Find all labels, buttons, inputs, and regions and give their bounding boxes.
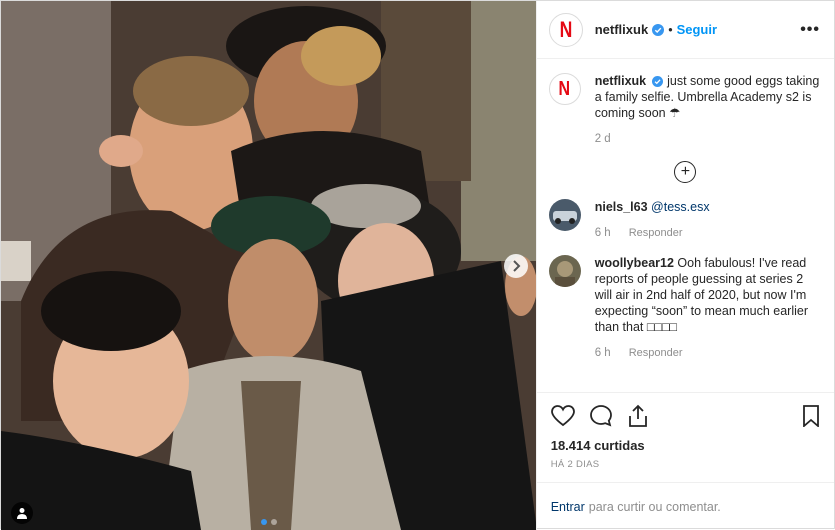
tagged-users-button[interactable] — [11, 502, 33, 524]
comment-meta: 6 h Responder — [595, 345, 822, 361]
post-photo[interactable] — [1, 1, 536, 530]
comment-username[interactable]: woollybear12 — [595, 256, 674, 270]
post-username[interactable]: netflixuk — [595, 22, 648, 37]
post-sidebar: N netflixuk • Seguir ••• N netflixuk jus… — [535, 1, 834, 530]
comment-avatar[interactable] — [548, 255, 581, 287]
comment-avatar[interactable] — [548, 199, 581, 231]
carousel-dot-active — [261, 519, 267, 525]
comment-username[interactable]: niels_l63 — [595, 200, 648, 214]
plus-icon: + — [680, 163, 691, 180]
add-comment-bar: Entrar para curtir ou comentar. — [536, 482, 834, 530]
carousel-indicator — [261, 519, 277, 525]
comments-section: N netflixuk just some good eggs taking a… — [537, 59, 834, 392]
netflix-logo-icon: N — [559, 16, 573, 42]
caption-username[interactable]: netflixuk — [595, 74, 646, 88]
reply-button[interactable]: Responder — [629, 345, 683, 361]
carousel-dot — [271, 519, 277, 525]
heart-icon[interactable] — [550, 404, 575, 427]
share-icon[interactable] — [627, 404, 649, 428]
caption: netflixuk just some good eggs taking a f… — [595, 73, 822, 147]
netflix-logo-icon: N — [558, 77, 571, 100]
verified-badge-icon — [651, 75, 664, 88]
chevron-right-icon — [513, 260, 521, 272]
comment-item: niels_l63 @tess.esx 6 h Responder — [548, 199, 822, 241]
group-selfie-image — [1, 1, 536, 530]
likes-count[interactable]: 18.414 curtidas — [537, 438, 834, 453]
person-icon — [17, 508, 27, 519]
post-header: N netflixuk • Seguir ••• — [536, 1, 834, 59]
action-bar — [536, 392, 834, 438]
add-comment-text: para curtir ou comentar. — [588, 499, 721, 514]
comment-time[interactable]: 6 h — [595, 225, 611, 241]
load-more-comments-button[interactable]: + — [674, 161, 697, 183]
comment-item: woollybear12 Ooh fabulous! I've read rep… — [548, 255, 822, 361]
login-link[interactable]: Entrar — [551, 500, 585, 514]
verified-badge-icon — [652, 23, 665, 36]
caption-meta: 2 d — [595, 131, 822, 147]
separator-dot: • — [668, 22, 673, 37]
instagram-post: N netflixuk • Seguir ••• N netflixuk jus… — [0, 0, 835, 530]
caption-avatar[interactable]: N — [548, 73, 581, 105]
caption-time[interactable]: 2 d — [595, 131, 611, 147]
next-photo-button[interactable] — [504, 254, 528, 278]
caption-row: N netflixuk just some good eggs taking a… — [548, 73, 822, 147]
comment-meta: 6 h Responder — [595, 225, 710, 241]
comment-icon[interactable] — [589, 404, 613, 428]
comment-text[interactable]: @tess.esx — [651, 200, 710, 214]
reply-button[interactable]: Responder — [629, 225, 683, 241]
bookmark-icon[interactable] — [802, 404, 820, 427]
post-date[interactable]: HÁ 2 DIAS — [537, 453, 834, 482]
avatar[interactable]: N — [548, 12, 583, 47]
comment-body: niels_l63 @tess.esx 6 h Responder — [595, 199, 710, 241]
comment-body: woollybear12 Ooh fabulous! I've read rep… — [595, 255, 822, 361]
comment-time[interactable]: 6 h — [595, 345, 611, 361]
follow-button[interactable]: Seguir — [677, 22, 717, 37]
more-options-icon[interactable]: ••• — [800, 21, 820, 39]
